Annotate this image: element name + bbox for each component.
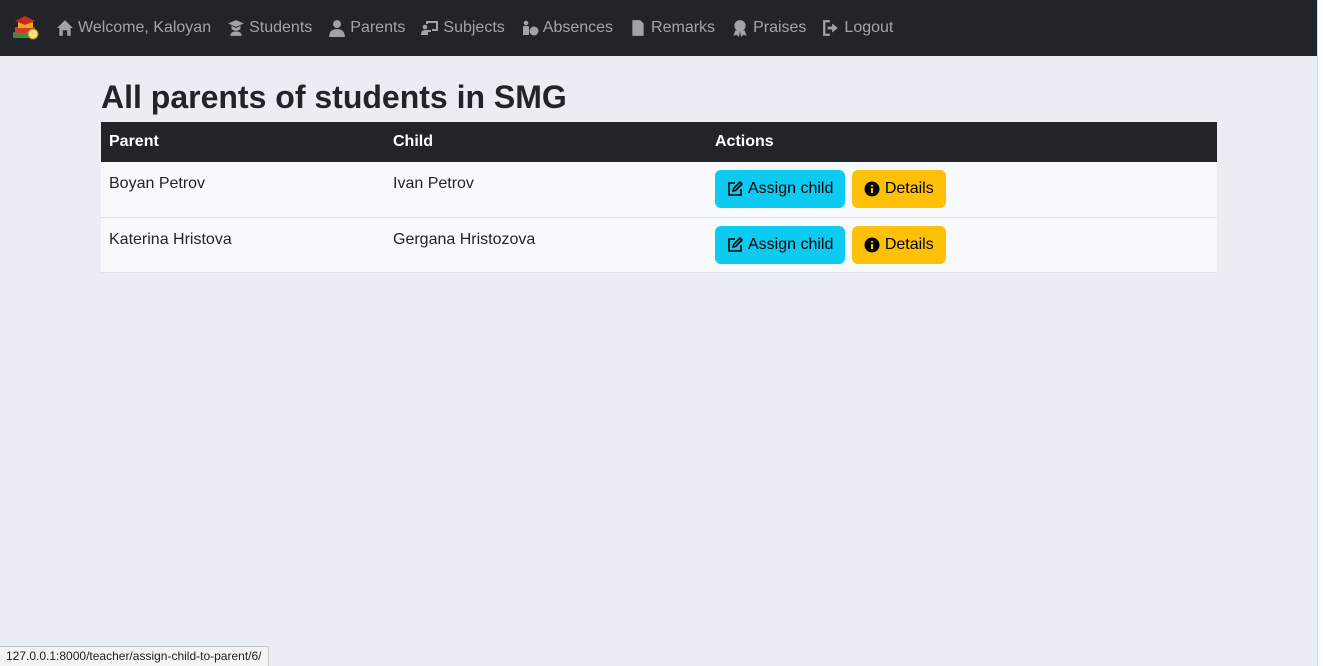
nav-remarks-label: Remarks [651,19,716,36]
assign-child-button[interactable]: Assign child [715,225,846,264]
vertical-scrollbar[interactable] [1317,0,1323,666]
browser-status-bar: 127.0.0.1:8000/teacher/assign-child-to-p… [0,646,269,666]
child-cell: Ivan Petrov [393,175,474,192]
nav-students[interactable]: Students [227,19,312,37]
nav-logout-label: Logout [844,19,894,36]
nav-praises[interactable]: Praises [731,19,806,37]
details-button[interactable]: Details [851,170,946,208]
table-header: Parent Child Actions [101,122,1217,162]
assign-child-label: Assign child [748,180,834,197]
assign-child-label: Assign child [748,235,834,253]
header-actions: Actions [715,133,774,150]
nav-absences[interactable]: Absences [521,19,613,37]
nav-absences-label: Absences [542,19,614,36]
edit-icon [727,181,743,197]
nav-parents[interactable]: Parents [328,19,405,37]
main-content: All parents of students in SMG Parent Ch… [101,76,1217,273]
award-icon [731,19,749,37]
details-button[interactable]: Details [851,225,946,264]
school-logo-icon [13,16,39,40]
actions-cell: Assign child Details [707,162,1217,217]
nav-logout[interactable]: Logout [822,19,893,37]
top-navbar: Welcome, Kaloyan Students Parents Subjec… [0,0,1317,56]
edit-icon [727,236,743,253]
details-label: Details [884,235,934,253]
header-parent: Parent [109,133,159,150]
details-label: Details [884,180,934,197]
nav-welcome-label: Welcome, Kaloyan [78,19,212,36]
absence-icon [521,19,539,37]
school-logo[interactable] [9,12,41,44]
nav-praises-label: Praises [753,19,807,36]
chalkboard-teacher-icon [421,19,439,37]
table-body: Boyan Petrov Ivan Petrov Assign child De… [101,162,1217,272]
info-circle-icon [864,181,880,197]
nav-subjects-label: Subjects [443,19,505,36]
assign-child-button[interactable]: Assign child [715,170,846,208]
header-child: Child [393,133,433,150]
child-cell: Gergana Hristozova [393,230,536,248]
graduate-icon [227,19,245,37]
nav-remarks[interactable]: Remarks [629,19,715,37]
table-header-row: Parent Child Actions [101,122,1217,162]
nav-welcome[interactable]: Welcome, Kaloyan [56,19,211,37]
nav-subjects[interactable]: Subjects [421,19,505,37]
table-row: Katerina Hristova Gergana Hristozova Ass… [101,217,1217,272]
parent-cell: Katerina Hristova [109,230,232,248]
home-icon [56,19,74,37]
file-icon [629,19,647,37]
nav-students-label: Students [249,19,313,36]
actions-cell: Assign child Details [707,217,1217,272]
table-row: Boyan Petrov Ivan Petrov Assign child De… [101,162,1217,217]
user-icon [328,19,346,37]
parent-cell: Boyan Petrov [109,175,206,192]
nav-parents-label: Parents [350,19,406,36]
parents-table: Parent Child Actions Boyan Petrov Ivan P… [101,122,1217,273]
logout-icon [822,19,840,37]
page-title: All parents of students in SMG [101,79,567,115]
info-circle-icon [864,237,880,253]
